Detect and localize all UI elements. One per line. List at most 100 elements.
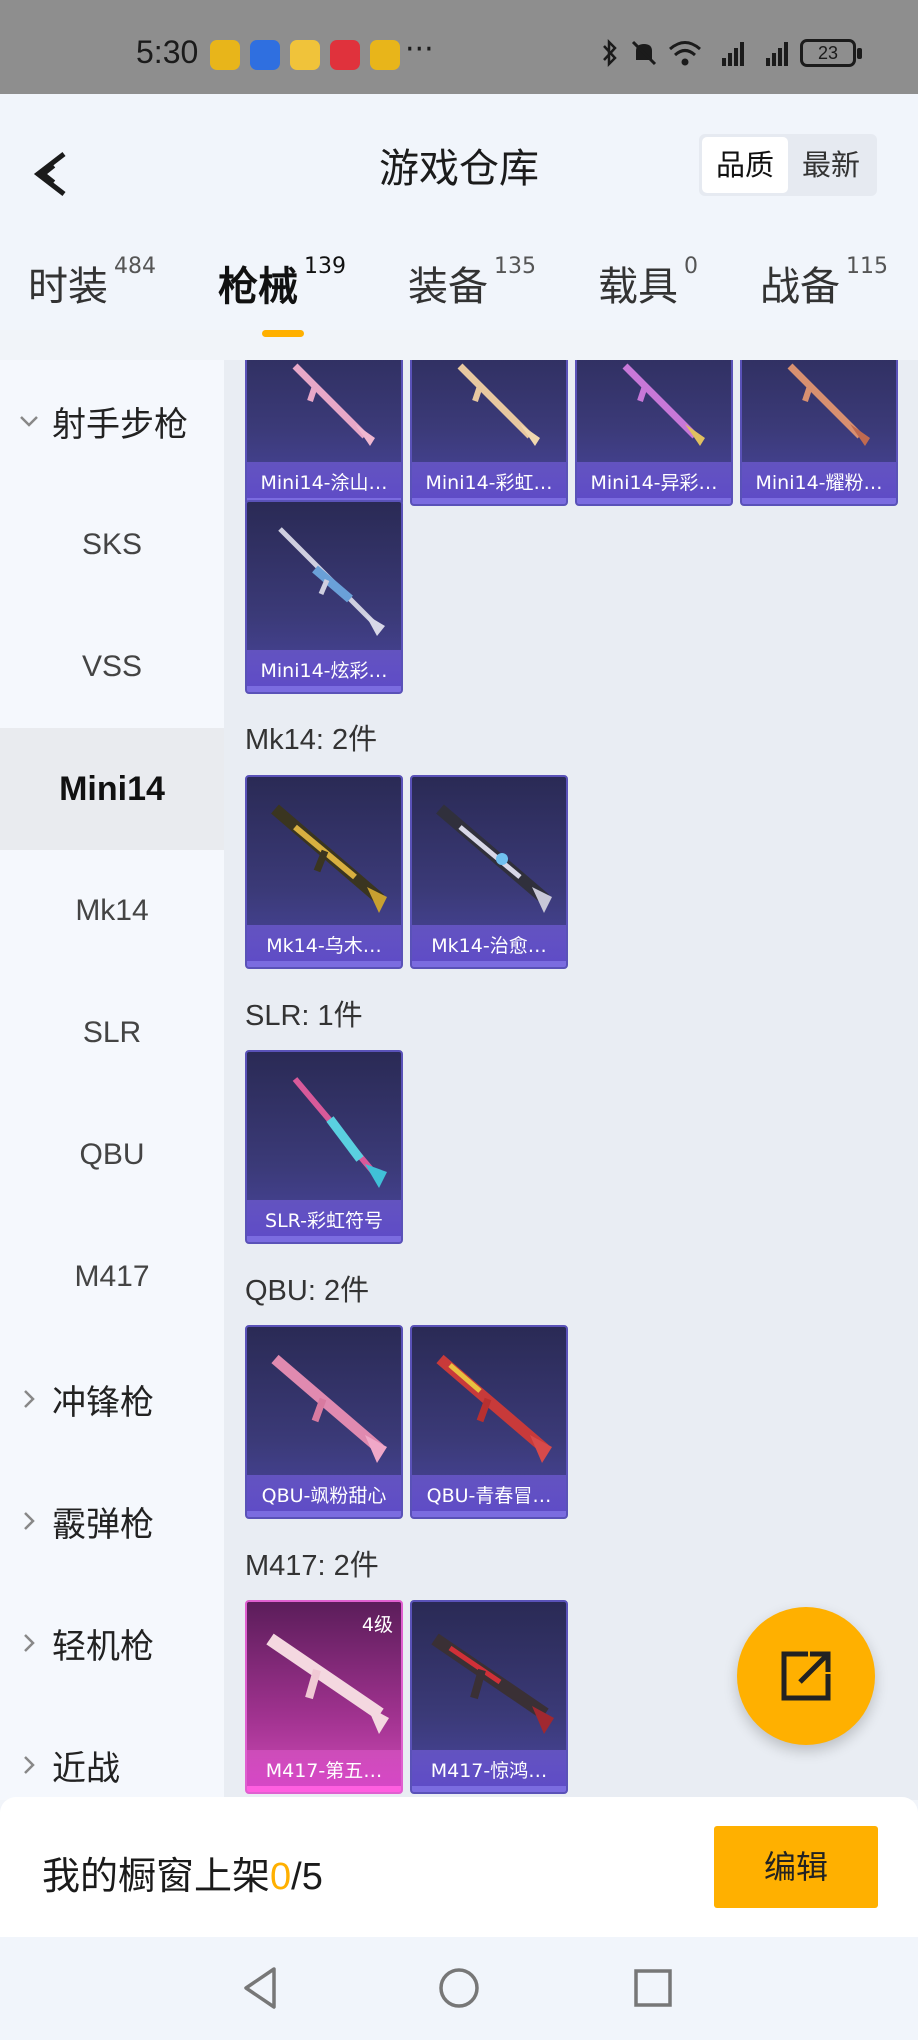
item-card[interactable]: Mk14-治愈… xyxy=(410,775,568,969)
item-card[interactable]: Mini14-异彩… xyxy=(575,360,733,506)
sidebar-item-mk14[interactable]: Mk14 xyxy=(0,850,224,972)
sidebar-group-shotgun[interactable]: 霰弹枪 xyxy=(0,1460,224,1582)
rarity-bar xyxy=(247,961,401,967)
tab-label: 枪械 xyxy=(218,264,298,310)
tab-count: 115 xyxy=(846,254,888,279)
sidebar-item-slr[interactable]: SLR xyxy=(0,972,224,1094)
gun-skin-image xyxy=(271,804,387,913)
gun-skin-image xyxy=(787,363,870,446)
gun-skin-image xyxy=(457,363,540,446)
chevron-right-icon xyxy=(24,1756,35,1774)
gun-skin-image xyxy=(622,363,705,446)
sort-newest-option[interactable]: 最新 xyxy=(788,137,874,193)
signal-5g-icon xyxy=(766,42,788,66)
item-card[interactable]: Mini14-耀粉… xyxy=(740,360,898,506)
tab-fashion[interactable]: 时装 484 xyxy=(28,254,156,312)
item-level-badge: 4级 xyxy=(361,1614,393,1636)
sidebar-group-label: 射手步枪 xyxy=(52,404,188,445)
showcase-bar: 我的橱窗上架 0/5 编辑 xyxy=(0,1797,918,1937)
rarity-bar xyxy=(412,1786,566,1792)
sidebar-group-lmg[interactable]: 轻机枪 xyxy=(0,1582,224,1704)
gun-skin-image xyxy=(271,1354,387,1463)
gun-skin-image xyxy=(436,804,552,913)
chevron-right-icon xyxy=(24,1634,35,1652)
tab-vehicles[interactable]: 载具 0 xyxy=(598,254,698,312)
status-bar: 5:30 ··· 23 xyxy=(0,0,918,94)
sidebar-group-label: 冲锋枪 xyxy=(52,1382,154,1423)
rarity-bar xyxy=(577,498,731,504)
status-time: 5:30 xyxy=(136,34,199,70)
nav-recents-icon[interactable] xyxy=(628,1963,678,2013)
tab-count: 139 xyxy=(304,254,346,279)
gun-skin-image xyxy=(292,363,375,446)
tab-firearms[interactable]: 枪械 139 xyxy=(218,254,346,312)
sidebar-item-mini14[interactable]: Mini14 xyxy=(0,728,224,850)
active-tab-indicator xyxy=(262,330,304,337)
rarity-bar xyxy=(742,498,896,504)
app-header: 游戏仓库 品质 最新 时装 484 枪械 139 装备 135 载具 0 战备 … xyxy=(0,94,918,337)
weapon-type-sidebar: 射手步枪 SKS VSS Mini14 Mk14 SLR QBU M417 冲锋… xyxy=(0,360,224,1800)
nav-home-icon[interactable] xyxy=(434,1963,484,2013)
sidebar-item-sks[interactable]: SKS xyxy=(0,484,224,606)
edit-button[interactable]: 编辑 xyxy=(714,1826,878,1908)
rarity-bar xyxy=(247,686,401,692)
sort-quality-option[interactable]: 品质 xyxy=(702,137,788,193)
chevron-down-icon xyxy=(20,416,38,427)
tab-equipment[interactable]: 装备 135 xyxy=(408,254,536,312)
notification-app-icon xyxy=(330,40,360,70)
notification-app-icon xyxy=(370,40,400,70)
signal-4g-icon xyxy=(722,42,744,66)
tab-count: 135 xyxy=(494,254,536,279)
mute-icon xyxy=(631,40,657,66)
section-title-slr: SLR: 1件 xyxy=(245,1000,363,1032)
sidebar-item-m417[interactable]: M417 xyxy=(0,1216,224,1338)
gun-skin-image xyxy=(436,1354,552,1463)
notification-app-icon xyxy=(290,40,320,70)
item-card[interactable]: QBU-飒粉甜心 xyxy=(245,1325,403,1519)
system-icons: 23 xyxy=(600,38,862,68)
rarity-bar xyxy=(412,961,566,967)
sidebar-group-smg[interactable]: 冲锋枪 xyxy=(0,1338,224,1460)
showcase-label-text: 我的橱窗上架 xyxy=(42,1854,271,1898)
sidebar-item-vss[interactable]: VSS xyxy=(0,606,224,728)
sidebar-group-melee[interactable]: 近战 xyxy=(0,1704,224,1800)
tab-label: 装备 xyxy=(408,264,488,310)
tab-count: 0 xyxy=(684,254,698,279)
sort-toggle: 品质 最新 xyxy=(699,134,877,196)
category-tabs: 时装 484 枪械 139 装备 135 载具 0 战备 115 xyxy=(0,254,918,324)
showcase-total: /5 xyxy=(291,1856,323,1898)
item-card[interactable]: QBU-青春冒… xyxy=(410,1325,568,1519)
item-card[interactable]: Mk14-乌木… xyxy=(245,775,403,969)
rarity-bar xyxy=(412,1511,566,1517)
share-fab-button[interactable] xyxy=(737,1607,875,1745)
notification-app-icon xyxy=(250,40,280,70)
showcase-label: 我的橱窗上架 0/5 xyxy=(42,1845,323,1900)
section-title-m417: M417: 2件 xyxy=(245,1550,379,1582)
tab-combat-gear[interactable]: 战备 115 xyxy=(760,254,888,312)
more-notifications-icon: ··· xyxy=(405,32,434,67)
item-card[interactable]: Mini14-炫彩… xyxy=(245,500,403,694)
item-grid: Mini14-涂山… Mini14-彩虹… Mini14-异彩… Mini14-… xyxy=(224,360,918,1800)
chevron-right-icon xyxy=(24,1390,35,1408)
gun-skin-image xyxy=(431,1633,554,1734)
item-card[interactable]: Mini14-涂山… xyxy=(245,360,403,506)
item-card[interactable]: SLR-彩虹符号 xyxy=(245,1050,403,1244)
tab-label: 载具 xyxy=(598,264,678,310)
notification-app-icon xyxy=(210,40,240,70)
section-title-qbu: QBU: 2件 xyxy=(245,1275,370,1307)
sidebar-item-qbu[interactable]: QBU xyxy=(0,1094,224,1216)
sidebar-group-marksman-rifle[interactable]: 射手步枪 xyxy=(0,360,224,482)
rarity-bar xyxy=(247,1236,401,1242)
rarity-bar xyxy=(247,1511,401,1517)
item-card[interactable]: Mini14-彩虹… xyxy=(410,360,568,506)
rarity-bar xyxy=(412,498,566,504)
item-card[interactable]: M417-惊鸿… xyxy=(410,1600,568,1794)
chevron-right-icon xyxy=(24,1512,35,1530)
system-nav-bar xyxy=(0,1937,918,2040)
sidebar-group-label: 轻机枪 xyxy=(52,1626,154,1667)
section-title-mk14: Mk14: 2件 xyxy=(245,724,378,756)
gun-skin-image xyxy=(278,527,385,636)
item-card[interactable]: 4级 M417-第五… xyxy=(245,1600,403,1794)
sidebar-group-label: 近战 xyxy=(52,1748,120,1789)
nav-back-icon[interactable] xyxy=(236,1963,286,2013)
